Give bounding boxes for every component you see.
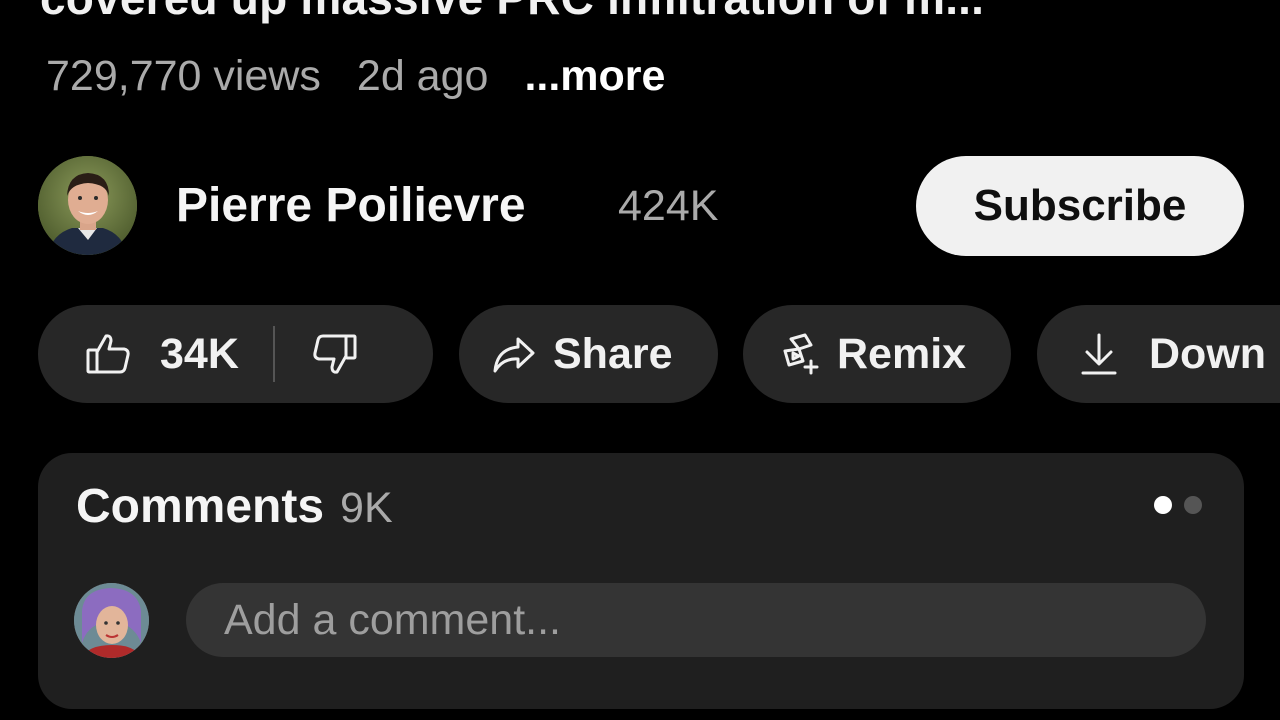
subscriber-count: 424K: [618, 182, 719, 230]
like-button[interactable]: 34K: [38, 305, 239, 403]
thumbs-down-icon: [311, 330, 359, 378]
video-meta-row: 729,770 views 2d ago ...more: [46, 50, 665, 102]
download-label: Down: [1149, 329, 1267, 378]
dislike-button[interactable]: [275, 305, 359, 403]
share-label: Share: [553, 329, 673, 378]
download-button[interactable]: Down: [1037, 305, 1280, 403]
share-button[interactable]: Share: [459, 305, 718, 403]
video-watch-page: covered up massive PRC infiltration of m…: [0, 0, 1280, 720]
comments-count: 9K: [340, 484, 393, 532]
channel-avatar-photo: [38, 156, 137, 255]
like-dislike-pill: 34K: [38, 305, 433, 403]
comments-section[interactable]: Comments 9K: [38, 453, 1244, 709]
comment-input[interactable]: [186, 583, 1206, 657]
page-dot: [1184, 496, 1202, 514]
channel-row: Pierre Poilievre 424K Subscribe: [38, 156, 1244, 256]
subscribe-button[interactable]: Subscribe: [916, 156, 1244, 256]
comments-header: Comments 9K: [76, 479, 393, 534]
upload-date: 2d ago: [356, 51, 489, 100]
like-count: 34K: [160, 329, 239, 378]
user-avatar-photo: [74, 583, 149, 658]
comments-title: Comments: [76, 480, 325, 533]
thumbs-up-icon: [84, 330, 132, 378]
action-row: 34K Share Remix Down: [38, 305, 1280, 403]
remix-label: Remix: [837, 329, 967, 378]
remix-icon: [777, 331, 823, 377]
page-dot-active: [1154, 496, 1172, 514]
avatar[interactable]: [38, 156, 137, 255]
channel-name[interactable]: Pierre Poilievre: [176, 178, 526, 233]
page-indicator: [1154, 496, 1202, 514]
view-count: 729,770 views: [46, 51, 321, 100]
download-icon: [1079, 331, 1119, 377]
user-avatar[interactable]: [74, 583, 149, 658]
share-arrow-icon: [491, 331, 537, 377]
video-title[interactable]: covered up massive PRC infiltration of m…: [40, 0, 1280, 26]
more-link[interactable]: ...more: [524, 52, 665, 101]
remix-button[interactable]: Remix: [743, 305, 1011, 403]
